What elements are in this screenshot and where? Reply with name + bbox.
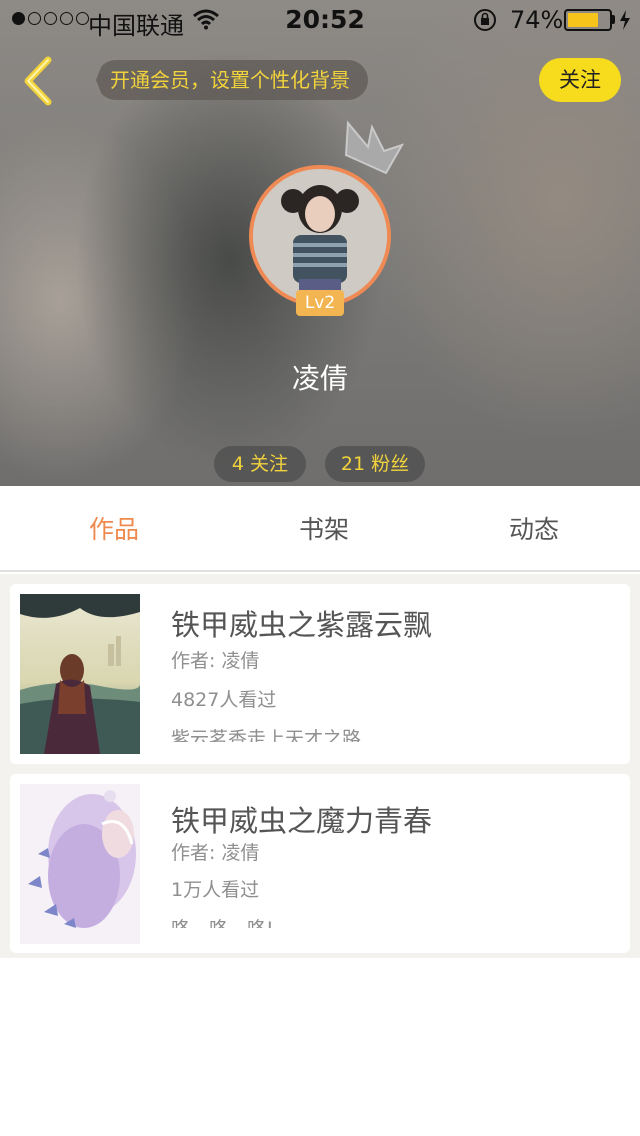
tab-activity[interactable]: 动态 [464, 510, 604, 546]
crown-icon [344, 120, 405, 175]
signal-strength-icon [12, 12, 89, 25]
wifi-icon [193, 9, 219, 30]
book-cover [20, 784, 140, 944]
follow-button[interactable]: 关注 [539, 58, 621, 102]
book-author: 作者: 凌倩 [171, 842, 260, 864]
book-title: 铁甲威虫之紫露云飘 [171, 608, 433, 642]
level-badge: Lv2 [296, 290, 344, 316]
carrier-name: 中国联通 [88, 12, 184, 40]
works-list: 铁甲威虫之紫露云飘 作者: 凌倩 4827人看过 紫云茗香走上天才之路 铁甲威虫… [0, 574, 640, 958]
status-bar: 中国联通 20:52 74% [0, 0, 640, 40]
battery-percent: 74% [510, 6, 564, 34]
user-name: 凌倩 [291, 362, 348, 395]
tab-works[interactable]: 作品 [44, 510, 184, 546]
book-description: 紫云茗香走上天才之路 [171, 728, 362, 742]
profile-header: 中国联通 20:52 74% 开通会员，设置个性化背景 关注 Lv2 凌倩 4 … [0, 0, 640, 486]
vip-background-prompt[interactable]: 开通会员，设置个性化背景 [96, 60, 368, 100]
rotation-lock-icon [474, 9, 496, 31]
tab-bookshelf[interactable]: 书架 [254, 510, 394, 546]
list-item[interactable]: 铁甲威虫之魔力青春 作者: 凌倩 1万人看过 咚、咚、咚! [10, 774, 630, 953]
book-cover [20, 594, 140, 754]
avatar-photo [253, 169, 387, 303]
book-description: 咚、咚、咚! [171, 914, 274, 928]
battery-icon [564, 9, 612, 31]
book-author: 作者: 凌倩 [171, 650, 260, 672]
back-button[interactable] [18, 54, 58, 108]
charging-bolt-icon [620, 10, 630, 30]
following-count[interactable]: 4 关注 [214, 446, 306, 482]
empty-area [0, 958, 640, 1136]
status-time: 20:52 [285, 5, 365, 34]
book-title: 铁甲威虫之魔力青春 [171, 804, 433, 838]
avatar[interactable] [249, 165, 391, 307]
book-views: 1万人看过 [171, 879, 260, 901]
list-item[interactable]: 铁甲威虫之紫露云飘 作者: 凌倩 4827人看过 紫云茗香走上天才之路 [10, 584, 630, 764]
profile-tabs: 作品 书架 动态 [0, 486, 640, 572]
fans-count[interactable]: 21 粉丝 [325, 446, 425, 482]
book-views: 4827人看过 [171, 689, 277, 711]
